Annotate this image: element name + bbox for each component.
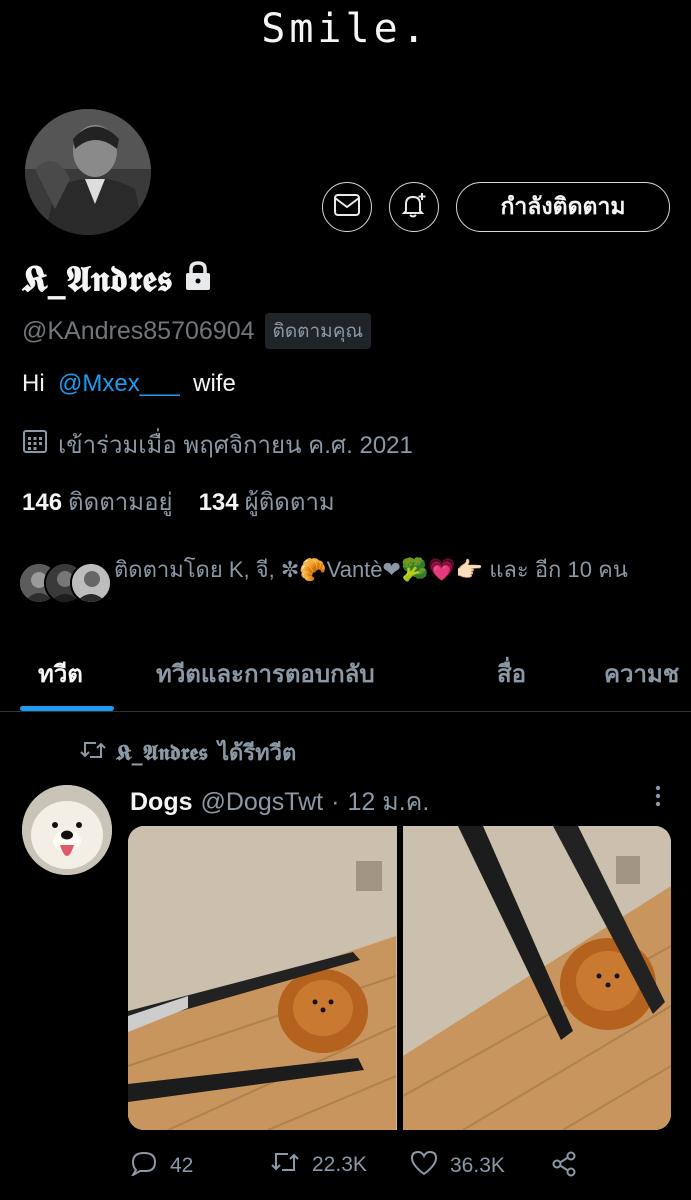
profile-bio: Hi @Mxex___ wife — [22, 370, 236, 398]
display-name: 𝕶_𝕬𝖓𝖉𝖗𝖊𝖘 — [22, 258, 213, 301]
joined-text: เข้าร่วมเมื่อ พฤศจิกายน ค.ศ. 2021 — [58, 432, 413, 459]
followers-label: ผู้ติดตาม — [244, 489, 335, 516]
bio-suffix: wife — [193, 370, 236, 397]
lock-icon — [183, 259, 213, 301]
bio-prefix: Hi — [22, 370, 45, 397]
retweeter-name: 𝕶_𝕬𝖓𝖉𝖗𝖊𝖘 — [116, 739, 208, 766]
tweet-author-avatar[interactable] — [22, 785, 112, 875]
more-vertical-icon — [645, 785, 671, 818]
retweet-count: 22.3K — [312, 1153, 367, 1176]
profile-handle: @KAndres85706904 — [22, 316, 255, 345]
bell-plus-icon — [399, 190, 429, 225]
retweet-suffix: ได้รีทวีต — [217, 740, 297, 765]
retweet-icon — [270, 1150, 300, 1180]
following-count: 146 — [22, 489, 63, 516]
like-count: 36.3K — [450, 1154, 505, 1177]
reply-button[interactable]: 42 — [130, 1150, 193, 1182]
tweet-photo-2[interactable] — [402, 826, 671, 1130]
handle-row: @KAndres85706904 ติดตามคุณ — [22, 313, 372, 349]
like-button[interactable]: 36.3K — [410, 1150, 505, 1182]
following-button[interactable]: กำลังติดตาม — [456, 182, 670, 232]
following-label: ติดตามอยู่ — [68, 489, 173, 516]
share-button[interactable] — [550, 1150, 578, 1184]
joined-date: เข้าร่วมเมื่อ พฤศจิกายน ค.ศ. 2021 — [22, 425, 413, 464]
followers-count-link[interactable]: 134 ผู้ติดตาม — [199, 482, 335, 521]
message-button[interactable] — [322, 182, 372, 232]
tab-tweets-and-replies[interactable]: ทวีตและการตอบกลับ — [156, 654, 375, 693]
share-icon — [550, 1150, 578, 1184]
heart-icon — [410, 1150, 438, 1182]
calendar-icon — [22, 428, 48, 461]
tab-tweets[interactable]: ทวีต — [38, 654, 83, 693]
followed-by-text[interactable]: ติดตามโดย K, จี, ✼🥐Vantè❤🥦💗👉🏻 และ อีก 10… — [114, 553, 674, 586]
reply-count: 42 — [170, 1154, 194, 1177]
active-tab-indicator — [20, 706, 114, 711]
tweet-more-button[interactable] — [645, 780, 671, 814]
retweet-button[interactable]: 22.3K — [270, 1150, 367, 1180]
envelope-icon — [334, 193, 360, 221]
followers-count: 134 — [198, 489, 239, 516]
profile-tabs: ทวีต ทวีตและการตอบกลับ สื่อ ความช — [0, 640, 691, 712]
tab-media[interactable]: สื่อ — [497, 654, 526, 693]
tweet-date[interactable]: 12 ม.ค. — [347, 782, 429, 822]
profile-avatar[interactable] — [22, 106, 154, 238]
following-count-link[interactable]: 146 ติดตามอยู่ — [22, 482, 173, 521]
tweet-media[interactable] — [128, 826, 671, 1130]
tweet-author-handle[interactable]: @DogsTwt — [201, 788, 324, 817]
reply-icon — [130, 1150, 158, 1182]
banner-text: Smile. — [261, 6, 430, 52]
tab-likes[interactable]: ความช — [604, 654, 679, 693]
follows-you-badge: ติดตามคุณ — [264, 313, 372, 349]
tweet-photo-1[interactable] — [128, 826, 397, 1130]
retweet-context[interactable]: 𝕶_𝕬𝖓𝖉𝖗𝖊𝖘 ได้รีทวีต — [80, 735, 296, 770]
tweet-separator: · — [331, 787, 340, 816]
retweet-icon — [80, 739, 106, 767]
display-name-text: 𝕶_𝕬𝖓𝖉𝖗𝖊𝖘 — [22, 258, 173, 300]
bio-mention-link[interactable]: @Mxex___ — [58, 370, 180, 397]
follow-counts: 146 ติดตามอยู่ 134 ผู้ติดตาม — [22, 482, 335, 521]
tweet-author-name[interactable]: Dogs — [130, 788, 193, 817]
notifications-button[interactable] — [389, 182, 439, 232]
followed-by-avatars[interactable] — [18, 562, 112, 604]
tweet-header: Dogs @DogsTwt · 12 ม.ค. — [130, 782, 429, 822]
tweet-actions: 42 22.3K 36.3K — [130, 1150, 650, 1182]
avatar — [70, 562, 112, 604]
